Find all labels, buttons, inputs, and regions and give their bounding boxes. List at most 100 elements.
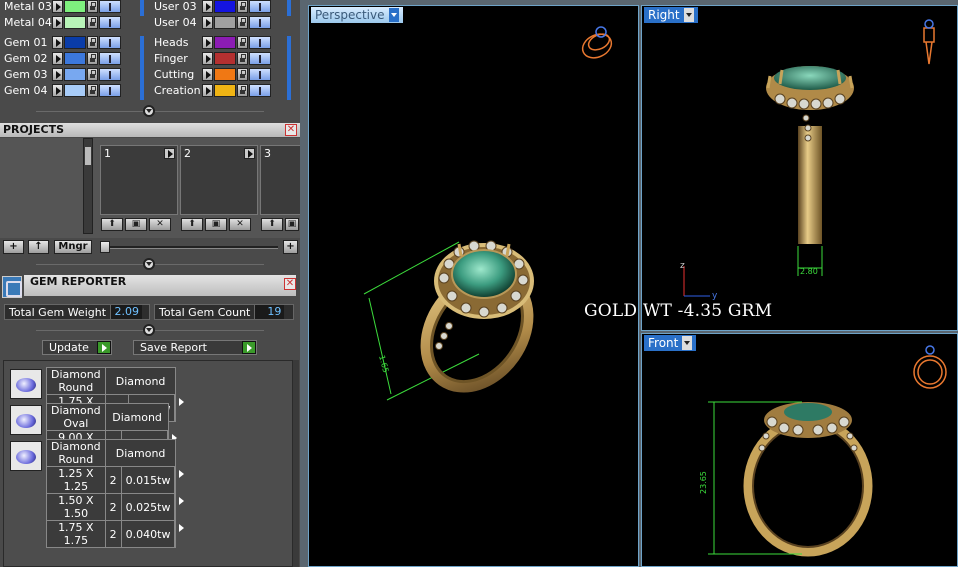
project-slot[interactable]: 2 <box>180 145 258 215</box>
play-icon[interactable] <box>52 52 63 65</box>
layer-color-swatch[interactable] <box>64 68 86 81</box>
lock-icon[interactable] <box>237 0 248 13</box>
visibility-toggle[interactable] <box>249 84 271 97</box>
layer-row[interactable]: Gem 02 <box>0 51 121 66</box>
lock-icon[interactable] <box>237 36 248 49</box>
layer-color-swatch[interactable] <box>64 52 86 65</box>
delete-project-icon[interactable]: ✕ <box>229 218 251 231</box>
layer-color-swatch[interactable] <box>64 16 86 29</box>
visibility-toggle[interactable] <box>249 68 271 81</box>
lock-icon[interactable] <box>87 0 98 13</box>
lock-icon[interactable] <box>237 84 248 97</box>
gem-thumbnail-icon[interactable] <box>10 441 42 471</box>
play-icon[interactable] <box>52 36 63 49</box>
layer-color-swatch[interactable] <box>214 0 236 13</box>
layer-color-swatch[interactable] <box>214 84 236 97</box>
visibility-toggle[interactable] <box>249 16 271 29</box>
play-icon[interactable] <box>97 341 111 354</box>
splitter-handle-icon[interactable] <box>143 324 155 336</box>
layer-row[interactable]: User 04 <box>150 15 271 30</box>
play-icon[interactable] <box>202 36 213 49</box>
splitter-handle-icon[interactable] <box>143 105 155 117</box>
save-report-button[interactable]: Save Report <box>133 340 257 355</box>
manager-button[interactable]: Mngr <box>54 240 92 254</box>
lock-icon[interactable] <box>87 16 98 29</box>
lock-icon[interactable] <box>237 68 248 81</box>
gem-thumbnail-icon[interactable] <box>10 405 42 435</box>
right-viewport[interactable]: Right 2.80 z y <box>641 5 958 331</box>
layer-color-swatch[interactable] <box>214 52 236 65</box>
project-slot[interactable]: 1 <box>100 145 178 215</box>
layer-color-swatch[interactable] <box>214 36 236 49</box>
close-icon[interactable]: ✕ <box>285 124 297 136</box>
play-icon[interactable] <box>52 16 63 29</box>
project-slot[interactable]: 3 <box>260 145 300 215</box>
lock-icon[interactable] <box>87 36 98 49</box>
play-icon[interactable] <box>52 84 63 97</box>
layer-row[interactable]: Gem 04 <box>0 83 121 98</box>
load-project-icon[interactable]: ⬆ <box>261 218 283 231</box>
layer-color-swatch[interactable] <box>64 84 86 97</box>
play-icon[interactable] <box>52 0 63 13</box>
lock-icon[interactable] <box>87 84 98 97</box>
layer-row[interactable]: Finger <box>150 51 271 66</box>
plus-button[interactable]: + <box>283 240 298 254</box>
update-button[interactable]: Update <box>42 340 112 355</box>
project-zoom-slider[interactable] <box>102 246 278 249</box>
save-project-icon[interactable]: ▣ <box>205 218 227 231</box>
visibility-toggle[interactable] <box>99 0 121 13</box>
lock-icon[interactable] <box>237 52 248 65</box>
layer-row[interactable]: User 03 <box>150 0 271 14</box>
play-icon[interactable] <box>174 466 185 494</box>
play-icon[interactable] <box>174 394 185 422</box>
ring-orientation-icon[interactable] <box>579 26 615 62</box>
gem-thumbnail-icon[interactable] <box>10 369 42 399</box>
layer-row[interactable]: Gem 01 <box>0 35 121 50</box>
lock-icon[interactable] <box>237 16 248 29</box>
layer-row[interactable]: Metal 03 <box>0 0 121 14</box>
add-project-button[interactable]: + <box>3 240 24 254</box>
layer-color-swatch[interactable] <box>64 0 86 13</box>
layer-color-swatch[interactable] <box>214 68 236 81</box>
save-project-icon[interactable]: ▣ <box>285 218 299 231</box>
up-button[interactable]: ↑ <box>28 240 49 254</box>
lock-icon[interactable] <box>87 68 98 81</box>
gem-list-scrollbar[interactable] <box>293 360 299 567</box>
layer-row[interactable]: Metal 04 <box>0 15 121 30</box>
play-icon[interactable] <box>52 68 63 81</box>
layer-row[interactable]: Creation <box>150 83 271 98</box>
ring-side-icon[interactable] <box>923 19 935 65</box>
layer-row[interactable]: Gem 03 <box>0 67 121 82</box>
layer-color-swatch[interactable] <box>214 16 236 29</box>
projects-scrollbar[interactable] <box>83 138 93 234</box>
save-project-icon[interactable]: ▣ <box>125 218 147 231</box>
visibility-toggle[interactable] <box>249 52 271 65</box>
slider-thumb[interactable] <box>100 241 110 253</box>
play-icon[interactable] <box>242 341 256 354</box>
visibility-toggle[interactable] <box>99 36 121 49</box>
layer-row[interactable]: Cutting <box>150 67 271 82</box>
visibility-toggle[interactable] <box>99 84 121 97</box>
load-project-icon[interactable]: ⬆ <box>101 218 123 231</box>
layer-row[interactable]: Heads <box>150 35 271 50</box>
visibility-toggle[interactable] <box>249 0 271 13</box>
delete-project-icon[interactable]: ✕ <box>149 218 171 231</box>
visibility-toggle[interactable] <box>99 52 121 65</box>
play-icon[interactable] <box>202 0 213 13</box>
front-viewport[interactable]: Front 23.65 <box>641 333 958 567</box>
layer-color-swatch[interactable] <box>64 36 86 49</box>
play-icon[interactable] <box>202 16 213 29</box>
close-icon[interactable]: ✕ <box>284 278 296 290</box>
splitter-handle-icon[interactable] <box>143 258 155 270</box>
ring-front-icon[interactable] <box>913 345 947 389</box>
visibility-toggle[interactable] <box>99 16 121 29</box>
play-icon[interactable] <box>164 148 175 159</box>
perspective-viewport[interactable]: Perspective 1.65 <box>308 5 639 567</box>
play-icon[interactable] <box>174 520 185 548</box>
visibility-toggle[interactable] <box>249 36 271 49</box>
load-project-icon[interactable]: ⬆ <box>181 218 203 231</box>
play-icon[interactable] <box>244 148 255 159</box>
play-icon[interactable] <box>202 84 213 97</box>
play-icon[interactable] <box>174 493 185 521</box>
visibility-toggle[interactable] <box>99 68 121 81</box>
